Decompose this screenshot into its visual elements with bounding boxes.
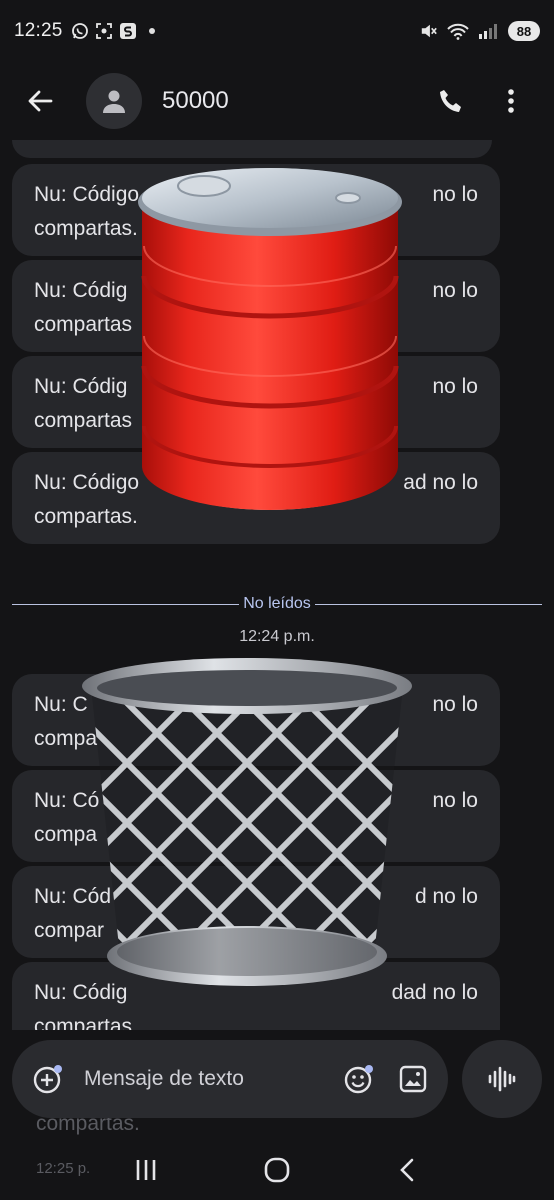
message-text-line2: compartas. — [34, 217, 138, 240]
message-text-end: dad no lo — [391, 981, 478, 1004]
chevron-left-icon — [400, 1158, 414, 1182]
message-text-end: no lo — [432, 183, 478, 206]
whatsapp-icon — [71, 22, 89, 40]
message-text: Nu: Código — [34, 471, 140, 494]
phone-icon — [440, 90, 461, 112]
message-bubble[interactable]: Nu: Códig no lo compartas — [12, 260, 500, 352]
call-button[interactable] — [434, 84, 468, 118]
timestamp: 12:24 p.m. — [239, 628, 315, 645]
gallery-button[interactable] — [396, 1062, 430, 1096]
home-button[interactable] — [257, 1150, 297, 1190]
signal-icon — [478, 22, 500, 40]
message-text-line2: compartas. — [34, 1015, 138, 1030]
add-circle-icon — [33, 1065, 62, 1094]
notification-icons — [71, 22, 155, 40]
message-text-line2: compartas. — [34, 505, 138, 528]
add-attachment-button[interactable] — [30, 1061, 66, 1097]
message-text-line2: compar — [34, 919, 105, 942]
message-bubble[interactable]: Nu: C no lo compa — [12, 674, 500, 766]
avatar[interactable] — [86, 73, 142, 129]
back-arrow-icon — [28, 90, 53, 112]
system-icons: 88 — [420, 21, 540, 41]
message-text-end: no lo — [432, 375, 478, 398]
message-text: Nu: Códig — [34, 981, 128, 1004]
back-button[interactable] — [20, 81, 60, 121]
message-text: Nu: Códig — [34, 375, 128, 398]
message-text-end: d no lo — [414, 885, 478, 908]
unread-label: No leídos — [243, 595, 311, 612]
previous-bubble-edge — [12, 140, 492, 158]
message-bubble[interactable]: Nu: Código ad no lo compartas. — [12, 452, 500, 544]
app-s-icon — [119, 22, 137, 40]
message-text-line2: compartas — [34, 313, 133, 336]
message-text-end: no lo — [432, 693, 478, 716]
wifi-icon — [446, 22, 470, 40]
contact-name[interactable]: 50000 — [162, 87, 229, 115]
more-options-button[interactable] — [494, 84, 528, 118]
battery-indicator: 88 — [508, 21, 540, 41]
message-text-line2: compa — [34, 727, 98, 750]
recents-button[interactable] — [126, 1150, 166, 1190]
recents-icon — [136, 1160, 155, 1180]
emoji-icon — [344, 1065, 373, 1094]
message-list[interactable]: Nu: Código no lo compartas. Nu: Códig no l… — [0, 140, 554, 1030]
message-bubble[interactable]: Nu: Códig no lo compartas — [12, 356, 500, 448]
more-notifications-dot — [148, 28, 155, 34]
message-text: Nu: Códig — [34, 279, 128, 302]
voice-message-button[interactable] — [462, 1040, 542, 1118]
message-bubble[interactable]: Nu: Có no lo compa — [12, 770, 500, 862]
message-text: Nu: Có — [34, 789, 100, 812]
avatar-person-icon — [103, 90, 125, 113]
more-vert-icon — [508, 89, 514, 113]
message-text: Nu: Cód — [34, 885, 112, 908]
message-text-end: no lo — [432, 279, 478, 302]
mute-icon — [420, 22, 438, 40]
conversation-header: 50000 — [0, 62, 554, 140]
emoji-button[interactable] — [342, 1062, 376, 1096]
message-text: Nu: C — [34, 693, 88, 716]
screenshot-icon — [95, 22, 113, 40]
image-icon — [399, 1065, 427, 1093]
message-text-end: no lo — [432, 789, 478, 812]
system-navigation-bar — [0, 1140, 554, 1200]
status-time: 12:25 — [14, 20, 63, 41]
message-input[interactable]: Mensaje de texto — [84, 1067, 342, 1091]
message-text-line2: compartas — [34, 409, 133, 432]
status-bar: 12:25 88 — [0, 0, 554, 62]
audio-waveform-icon — [488, 1066, 516, 1092]
message-text-line2: compa — [34, 823, 98, 846]
message-bubble[interactable]: Nu: Códig dad no lo compartas. — [12, 962, 500, 1030]
message-text-end: ad no lo — [403, 471, 478, 494]
message-bubble[interactable]: Nu: Código no lo compartas. — [12, 164, 500, 256]
message-bubble[interactable]: Nu: Cód d no lo compar — [12, 866, 500, 958]
unread-divider: No leídos — [12, 594, 542, 614]
back-nav-button[interactable] — [388, 1150, 428, 1190]
home-icon — [264, 1157, 290, 1183]
message-composer[interactable]: Mensaje de texto — [12, 1040, 448, 1118]
message-text: Nu: Código — [34, 183, 140, 206]
